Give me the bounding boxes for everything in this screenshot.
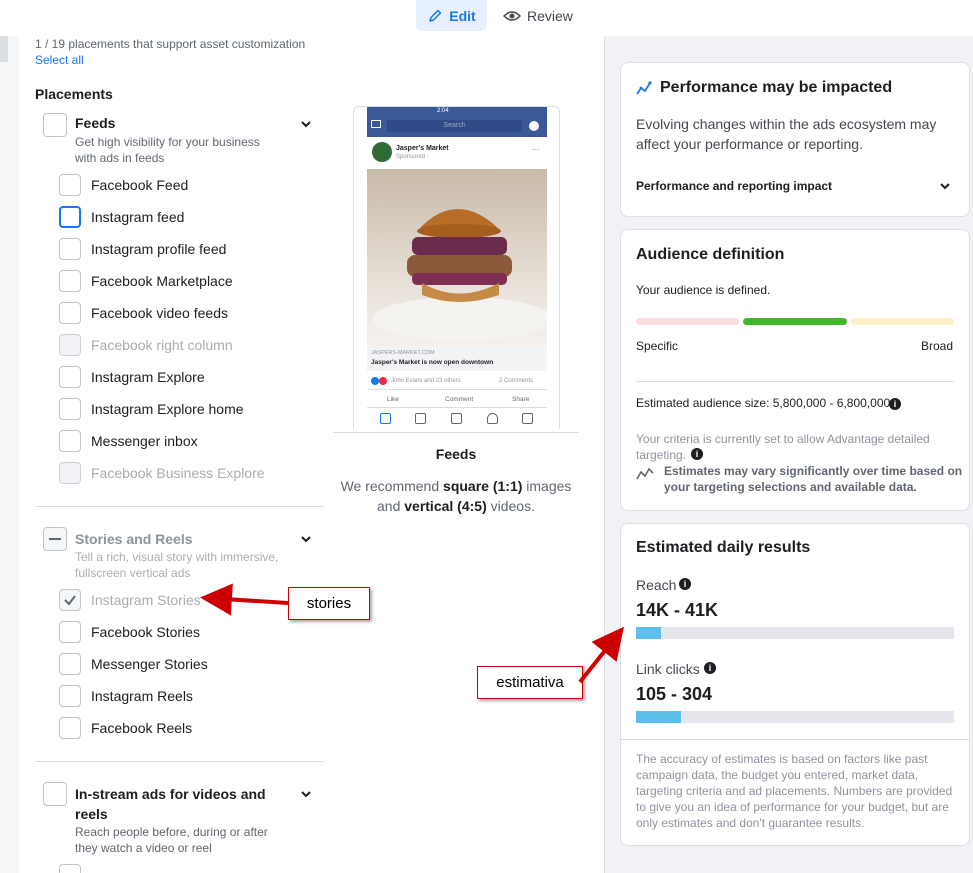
annotation-arrows — [200, 583, 624, 684]
arrow-to-reach-estimate — [578, 626, 624, 684]
arrow-to-instagram-stories — [200, 583, 289, 616]
